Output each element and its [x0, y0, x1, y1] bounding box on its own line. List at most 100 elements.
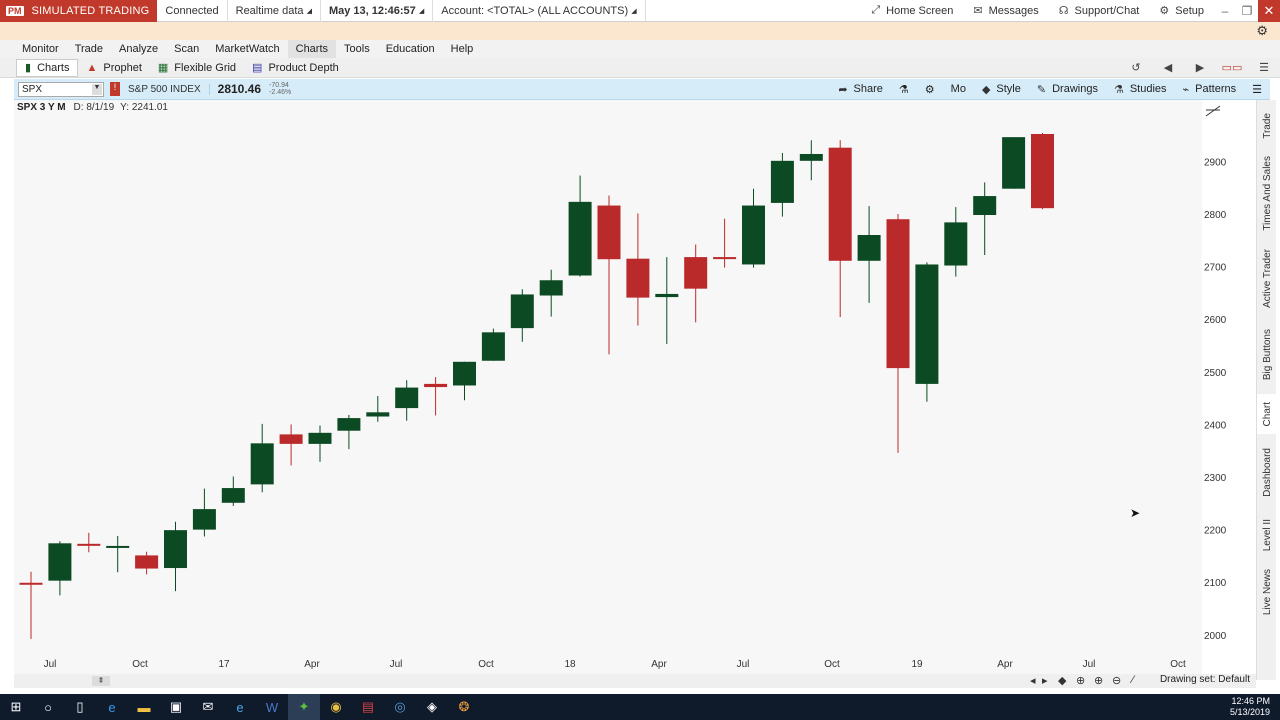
drawings-button[interactable]: ✎ Drawings [1029, 79, 1106, 100]
candle-body[interactable] [568, 201, 592, 276]
sidetab-chart[interactable]: Chart [1257, 394, 1277, 434]
price-chart[interactable]: 2000 2100 2200 2300 2400 2500 2600 2700 2800 2900… [14, 100, 1256, 674]
sidetab-active-trader[interactable]: Active Trader [1257, 240, 1277, 316]
scroll-right-icon[interactable]: ▸ [1042, 674, 1048, 687]
candle-body[interactable] [597, 205, 621, 260]
settings-gear-icon[interactable]: ⚙ [1256, 23, 1268, 39]
candle-body[interactable] [279, 434, 303, 444]
support-chat-button[interactable]: ☊ Support/Chat [1049, 0, 1150, 22]
studies-button[interactable]: ⚗ Studies [1106, 79, 1175, 100]
candle-body[interactable] [337, 418, 361, 431]
ie-icon[interactable]: e [224, 694, 256, 720]
mail-icon[interactable]: ✉ [192, 694, 224, 720]
drawing-set-select[interactable]: Drawing set: Default [1160, 674, 1250, 685]
menu-help[interactable]: Help [443, 40, 482, 58]
candle-body[interactable] [77, 543, 101, 546]
candle-body[interactable] [395, 387, 419, 409]
file-explorer-icon[interactable]: ▬ [128, 694, 160, 720]
tab-flexible-grid[interactable]: ▦ Flexible Grid [150, 59, 244, 77]
candle-body[interactable] [135, 555, 159, 569]
menu-tools[interactable]: Tools [336, 40, 378, 58]
scroll-handle[interactable]: ⇞ [92, 676, 110, 686]
candle-body[interactable] [48, 543, 72, 581]
layout-icon[interactable]: ▭▭ [1216, 61, 1248, 74]
chrome-icon[interactable]: ◉ [320, 694, 352, 720]
candle-body[interactable] [366, 412, 390, 417]
messages-button[interactable]: ✉ Messages [963, 0, 1048, 22]
app-icon[interactable]: ▤ [352, 694, 384, 720]
candle-body[interactable] [106, 545, 130, 548]
home-screen-button[interactable]: ⤢ Home Screen [861, 0, 963, 22]
start-icon[interactable]: ⊞ [0, 694, 32, 720]
menu-monitor[interactable]: Monitor [14, 40, 67, 58]
sidetab-dashboard[interactable]: Dashboard [1257, 438, 1277, 506]
candle-body[interactable] [857, 235, 881, 261]
chevron-down-icon[interactable]: ▼ [92, 83, 102, 95]
alert-icon[interactable]: ! [110, 82, 120, 96]
sidetab-trade[interactable]: Trade [1257, 106, 1277, 146]
candle-body[interactable] [828, 147, 852, 261]
menu-scan[interactable]: Scan [166, 40, 207, 58]
candle-body[interactable] [799, 153, 823, 161]
candle-body[interactable] [973, 196, 997, 216]
app3-icon[interactable]: ❂ [448, 694, 480, 720]
candle-body[interactable] [944, 222, 968, 266]
setup-button[interactable]: ⚙ Setup [1149, 0, 1214, 22]
task-view-icon[interactable]: ▯ [64, 694, 96, 720]
word-icon[interactable]: W [256, 694, 288, 720]
expand-icon[interactable]: ◆ [1058, 674, 1066, 687]
scroll-left-icon[interactable]: ◂ [1030, 674, 1036, 687]
sidetab-level-ii[interactable]: Level II [1257, 510, 1277, 560]
tab-prophet[interactable]: ▲ Prophet [78, 59, 149, 77]
candle-body[interactable] [770, 160, 794, 203]
sidetab-live-news[interactable]: Live News [1257, 564, 1277, 620]
app2-icon[interactable]: ◎ [384, 694, 416, 720]
share-button[interactable]: ➦ Share [830, 79, 891, 100]
candle-body[interactable] [250, 443, 274, 485]
candle-body[interactable] [1002, 137, 1026, 189]
forward-arrow-icon[interactable]: ▶ [1184, 61, 1216, 74]
account-select[interactable]: Account: <TOTAL> (ALL ACCOUNTS) ◢ [433, 0, 646, 22]
candle-body[interactable] [655, 293, 679, 298]
candle-body[interactable] [453, 361, 476, 386]
candle-body[interactable] [684, 257, 708, 289]
data-mode-select[interactable]: Realtime data ◢ [228, 0, 321, 22]
style-button[interactable]: ◆ Style [974, 79, 1029, 100]
close-icon[interactable]: ✕ [1258, 0, 1280, 22]
menu-lines-icon[interactable]: ☰ [1248, 61, 1280, 74]
period-select[interactable]: Mo [943, 79, 974, 100]
candle-body[interactable] [1031, 133, 1054, 209]
tab-charts[interactable]: ▮ Charts [16, 58, 79, 77]
candle-body[interactable] [510, 294, 534, 329]
candle-body[interactable] [164, 530, 187, 569]
candle-body[interactable] [742, 205, 765, 265]
symbol-input[interactable]: SPX ▼ [18, 81, 104, 97]
chart-area[interactable]: 2000 2100 2200 2300 2400 2500 2600 2700 2800 2900… [14, 100, 1256, 674]
chart-settings-button[interactable]: ⚙ [917, 79, 943, 100]
menu-education[interactable]: Education [378, 40, 443, 58]
chart-menu-icon[interactable]: ☰ [1244, 79, 1270, 100]
candle-body[interactable] [308, 432, 332, 444]
candle-body[interactable] [886, 219, 910, 369]
edge-icon[interactable]: e [96, 694, 128, 720]
candle-body[interactable] [19, 582, 43, 585]
candle-body[interactable] [539, 280, 563, 296]
undo-icon[interactable]: ↺ [1120, 61, 1152, 74]
flask-button[interactable]: ⚗ [891, 79, 917, 100]
candle-body[interactable] [626, 258, 650, 298]
maps-icon[interactable]: ◈ [416, 694, 448, 720]
restore-icon[interactable]: ❐ [1236, 4, 1258, 18]
zoom-in-icon[interactable]: ⊕ [1094, 674, 1103, 687]
menu-marketwatch[interactable]: MarketWatch [207, 40, 287, 58]
store-icon[interactable]: ▣ [160, 694, 192, 720]
candle-body[interactable] [221, 488, 245, 503]
menu-analyze[interactable]: Analyze [111, 40, 166, 58]
candle-body[interactable] [915, 264, 939, 384]
reset-icon[interactable]: ⊕ [1076, 674, 1085, 687]
sidetab-big-buttons[interactable]: Big Buttons [1257, 320, 1277, 390]
zoom-out-icon[interactable]: ⊖ [1112, 674, 1121, 687]
back-arrow-icon[interactable]: ◀ [1152, 61, 1184, 74]
tab-product-depth[interactable]: ▤ Product Depth [244, 59, 347, 77]
menu-charts[interactable]: Charts [287, 40, 337, 58]
menu-trade[interactable]: Trade [67, 40, 111, 58]
